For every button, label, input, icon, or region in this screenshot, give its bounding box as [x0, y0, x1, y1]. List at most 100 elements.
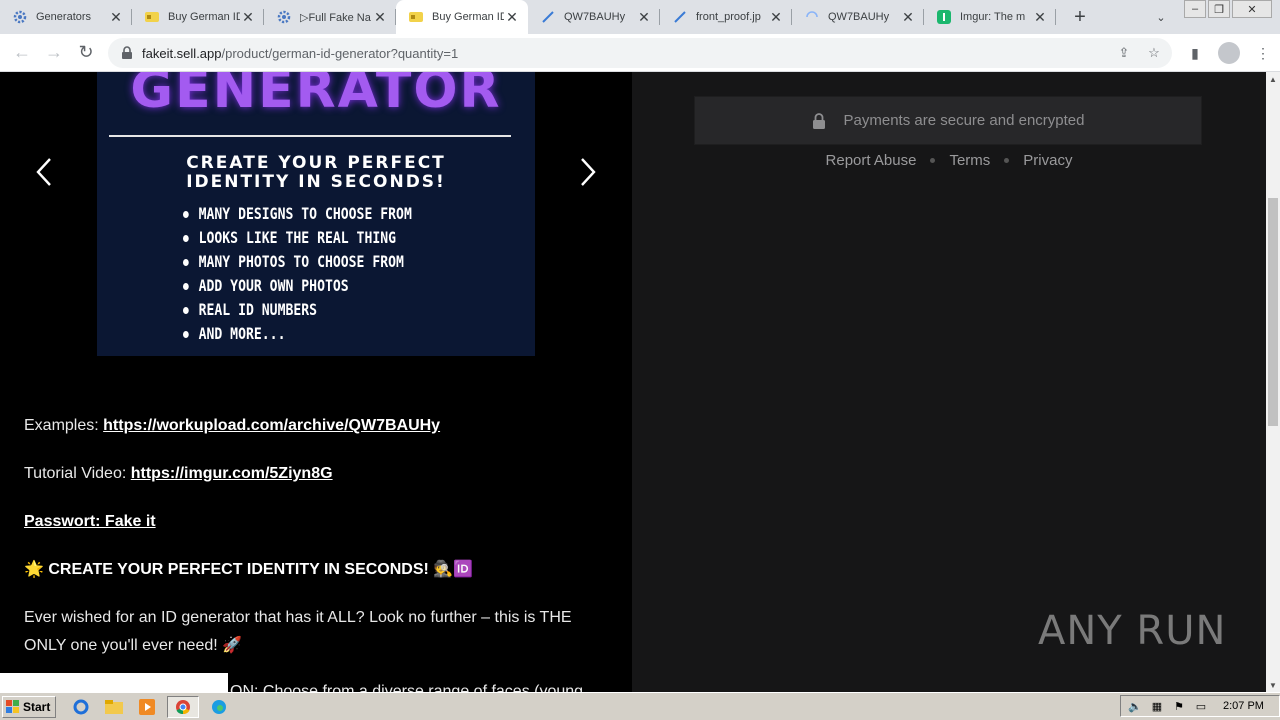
scroll-down-icon[interactable]: ▼: [1266, 678, 1280, 692]
tab-title: front_proof.jp: [696, 11, 761, 23]
chrome-icon[interactable]: [167, 695, 199, 718]
cut-off-line: ON: Choose from a diverse range of faces…: [230, 683, 584, 692]
edge-icon[interactable]: [206, 696, 232, 718]
menu-kebab-icon[interactable]: ⋮: [1254, 40, 1272, 66]
gear-icon: [276, 9, 292, 25]
lock-icon: [812, 112, 825, 129]
tab-title: QW7BAUHy: [564, 11, 626, 23]
carousel-prev-icon[interactable]: [32, 156, 56, 188]
url-text: fakeit.sell.app/product/german-id-genera…: [142, 46, 458, 61]
secure-payment-notice: Payments are secure and encrypted: [694, 96, 1202, 145]
examples-line: Examples: https://workupload.com/archive…: [24, 412, 604, 440]
close-icon[interactable]: ✕: [504, 9, 520, 25]
close-icon[interactable]: ✕: [372, 9, 388, 25]
password-line: Passwort: Fake it: [24, 508, 604, 536]
feature-item: MANY PHOTOS TO CHOOSE FROM: [183, 250, 412, 274]
tutorial-link[interactable]: https://imgur.com/5Ziyn8G: [131, 465, 333, 482]
ie-icon[interactable]: [68, 696, 94, 718]
product-column: GENERATOR CREATE YOUR PERFECT IDENTITY I…: [0, 72, 632, 692]
tab-title: QW7BAUHy: [828, 11, 890, 23]
page-scrollbar[interactable]: ▲ ▼: [1266, 72, 1280, 692]
image-divider: [109, 135, 511, 137]
image-subtitle-line2: IDENTITY IN SECONDS!: [186, 172, 446, 192]
forward-button[interactable]: →: [38, 37, 70, 69]
star-emoji-icon: 🌟: [24, 561, 49, 578]
start-button[interactable]: Start: [2, 695, 56, 718]
flag-icon[interactable]: ⚑: [1171, 698, 1187, 714]
tab-title: Buy German ID: [168, 11, 240, 23]
close-icon[interactable]: ✕: [636, 9, 652, 25]
headline-line: 🌟 CREATE YOUR PERFECT IDENTITY IN SECOND…: [24, 556, 604, 584]
url-domain: fakeit.sell.app: [142, 45, 222, 61]
feature-item: REAL ID NUMBERS: [183, 298, 412, 322]
windows-flag-icon: [6, 700, 19, 713]
id-card-icon: [408, 9, 424, 25]
close-icon[interactable]: ✕: [108, 9, 124, 25]
tutorial-line: Tutorial Video: https://imgur.com/5Ziyn8…: [24, 460, 604, 488]
tab-7[interactable]: Imgur: The m ✕: [924, 0, 1056, 34]
windows-taskbar: Start 🔈 ▦ ⚑ ▭ 2:07 PM: [0, 692, 1280, 720]
feature-item: MANY DESIGNS TO CHOOSE FROM: [183, 202, 412, 226]
address-bar[interactable]: fakeit.sell.app/product/german-id-genera…: [108, 38, 1172, 68]
scroll-up-icon[interactable]: ▲: [1266, 72, 1280, 86]
network-icon[interactable]: ▦: [1149, 698, 1165, 714]
new-tab-button[interactable]: +: [1066, 3, 1094, 31]
carousel-next-icon[interactable]: [576, 156, 600, 188]
browser-toolbar: ← → ↻ fakeit.sell.app/product/german-id-…: [0, 34, 1280, 72]
url-path: /product/german-id-generator?quantity=1: [221, 45, 459, 61]
tab-0[interactable]: Generators ✕: [0, 0, 132, 34]
close-icon[interactable]: ✕: [1032, 9, 1048, 25]
anyrun-watermark: ANY RUN: [1038, 608, 1226, 654]
restore-button[interactable]: ❐: [1208, 0, 1230, 18]
clock: 2:07 PM: [1223, 700, 1264, 712]
close-icon[interactable]: ✕: [240, 9, 256, 25]
close-window-button[interactable]: ✕: [1232, 0, 1272, 18]
separator-dot: [930, 158, 936, 163]
tab-3-active[interactable]: Buy German ID ✕: [396, 0, 528, 34]
bookmark-star-icon[interactable]: ☆: [1146, 45, 1162, 61]
minimize-button[interactable]: ‒: [1184, 0, 1206, 18]
image-feature-list: MANY DESIGNS TO CHOOSE FROM LOOKS LIKE T…: [183, 202, 462, 346]
back-button[interactable]: ←: [6, 37, 38, 69]
report-abuse-link[interactable]: Report Abuse: [826, 152, 917, 169]
close-icon[interactable]: ✕: [768, 9, 784, 25]
share-icon[interactable]: ⇪: [1116, 45, 1132, 61]
tab-title: ▷Full Fake Na: [300, 11, 371, 24]
tab-4[interactable]: QW7BAUHy ✕: [528, 0, 660, 34]
reload-button[interactable]: ↻: [70, 37, 102, 69]
examples-link[interactable]: https://workupload.com/archive/QW7BAUHy: [103, 417, 440, 434]
tab-5[interactable]: front_proof.jp ✕: [660, 0, 792, 34]
feature-item: ADD YOUR OWN PHOTOS: [183, 274, 412, 298]
side-panel-icon[interactable]: ▮: [1186, 40, 1204, 66]
terms-link[interactable]: Terms: [949, 152, 990, 169]
feature-item: AND MORE...: [183, 322, 412, 346]
profile-avatar[interactable]: [1218, 42, 1240, 64]
tab-title: Imgur: The m: [960, 11, 1026, 23]
password-text: Passwort: Fake it: [24, 513, 156, 530]
tab-6[interactable]: QW7BAUHy ✕: [792, 0, 924, 34]
image-subtitle: CREATE YOUR PERFECT IDENTITY IN SECONDS!: [97, 154, 535, 192]
product-image: GENERATOR CREATE YOUR PERFECT IDENTITY I…: [97, 72, 535, 356]
separator-dot: [1004, 158, 1010, 163]
media-player-icon[interactable]: [134, 696, 160, 718]
close-icon[interactable]: ✕: [900, 9, 916, 25]
image-title: GENERATOR: [130, 72, 502, 120]
secure-text: Payments are secure and encrypted: [843, 112, 1085, 129]
tab-1[interactable]: Buy German ID ✕: [132, 0, 264, 34]
feature-item: LOOKS LIKE THE REAL THING: [183, 226, 412, 250]
gear-icon: [12, 9, 28, 25]
privacy-link[interactable]: Privacy: [1023, 152, 1072, 169]
tutorial-label: Tutorial Video:: [24, 465, 131, 482]
image-subtitle-line1: CREATE YOUR PERFECT: [186, 153, 446, 173]
examples-label: Examples:: [24, 417, 104, 434]
tab-2[interactable]: ▷Full Fake Na ✕: [264, 0, 396, 34]
tab-search-chevron-icon[interactable]: ⌄: [1150, 7, 1172, 27]
scroll-thumb[interactable]: [1268, 198, 1278, 426]
power-icon[interactable]: ▭: [1193, 698, 1209, 714]
tab-title: Generators: [36, 11, 92, 23]
web-page: GENERATOR CREATE YOUR PERFECT IDENTITY I…: [0, 72, 1266, 692]
checkout-column: Payments are secure and encrypted Report…: [632, 72, 1266, 692]
watermark-text: ANY RUN: [1038, 608, 1227, 654]
folder-icon[interactable]: [101, 696, 127, 718]
volume-icon[interactable]: 🔈: [1127, 698, 1143, 714]
